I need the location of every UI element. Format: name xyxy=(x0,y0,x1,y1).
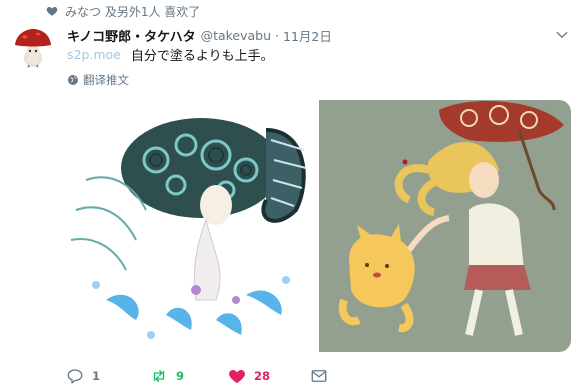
translate-label: 翻译推文 xyxy=(83,73,129,87)
tweet-date[interactable]: 11月2日 xyxy=(283,26,332,45)
heart-filled-icon xyxy=(229,369,245,384)
retweet-icon xyxy=(153,370,165,382)
tweet-text: 自分で塗るよりも上手。 xyxy=(130,48,274,64)
chevron-down-icon[interactable] xyxy=(555,28,569,42)
display-name[interactable]: キノコ野郎・タケハタ xyxy=(67,26,196,45)
artwork-image-1 xyxy=(66,100,317,352)
media-gallery xyxy=(66,100,571,352)
mushroom-avatar-icon xyxy=(15,29,51,68)
media-image-right[interactable] xyxy=(319,100,571,352)
retweet-count: 9 xyxy=(176,369,185,383)
social-context[interactable]: みなつ 及另外1人 喜欢了 xyxy=(46,3,200,19)
translate-tweet-button[interactable]: 翻译推文 xyxy=(67,72,129,88)
tweet-link[interactable]: s2p.moe xyxy=(67,47,121,62)
direct-message-button[interactable] xyxy=(310,366,328,386)
artwork-image-2 xyxy=(319,100,571,352)
reply-icon xyxy=(67,369,83,384)
tweet-header: キノコ野郎・タケハタ @takevabu · 11月2日 xyxy=(67,25,332,45)
separator-dot: · xyxy=(275,27,280,43)
reply-count: 1 xyxy=(92,369,101,383)
user-handle[interactable]: @takevabu xyxy=(201,28,271,43)
reply-button[interactable]: 1 xyxy=(66,366,100,386)
social-context-text: みなつ 及另外1人 喜欢了 xyxy=(65,4,201,19)
globe-icon xyxy=(68,75,78,85)
media-image-left[interactable] xyxy=(66,100,317,352)
heart-icon xyxy=(46,6,58,16)
like-count: 28 xyxy=(254,369,271,383)
envelope-icon xyxy=(311,370,327,382)
like-button[interactable]: 28 xyxy=(228,366,270,386)
tweet-actions: 1 9 28 xyxy=(66,366,386,386)
retweet-button[interactable]: 9 xyxy=(150,366,184,386)
avatar[interactable] xyxy=(13,28,53,68)
tweet-body: s2p.moe 自分で塗るよりも上手。 xyxy=(67,44,274,64)
